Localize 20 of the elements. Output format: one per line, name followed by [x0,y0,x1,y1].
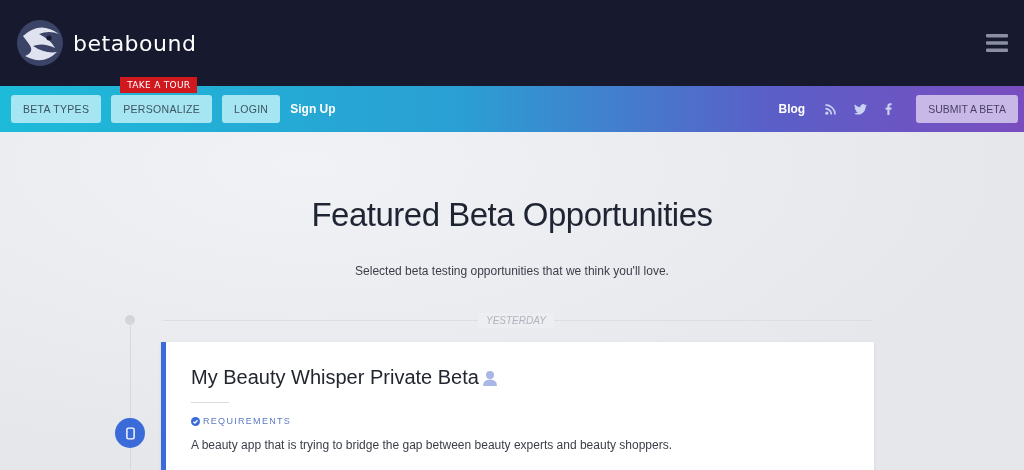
brand-name[interactable]: betabound [73,30,197,56]
fish-logo-icon[interactable] [15,18,65,68]
phone-badge [115,418,145,448]
card-description: A beauty app that is trying to bridge the gap between beauty experts and beauty shoppers. [191,438,673,452]
check-circle-icon [191,416,200,426]
facebook-icon[interactable] [885,103,893,115]
page-subtitle: Selected beta testing opportunities that we think you'll love. [355,264,669,278]
card-title[interactable]: My Beauty Whisper Private Beta [191,366,479,389]
blog-link[interactable]: Blog [778,102,806,116]
submit-beta-button[interactable]: SUBMIT A BETA [916,95,1018,123]
twitter-bird-icon[interactable] [854,103,868,115]
requirements-label: REQUIREMENTS [203,416,292,426]
rss-icon[interactable] [825,103,837,115]
person-icon [481,369,498,386]
page-heading: Featured Beta Opportunities [311,196,713,234]
nav-button[interactable]: LOGIN [222,95,281,123]
nav-button[interactable]: BETA TYPES [11,95,102,123]
menu-icon[interactable] [986,33,1008,53]
tour-badge[interactable]: TAKE A TOUR [120,77,198,93]
nav-button[interactable]: PERSONALIZE [111,95,213,123]
